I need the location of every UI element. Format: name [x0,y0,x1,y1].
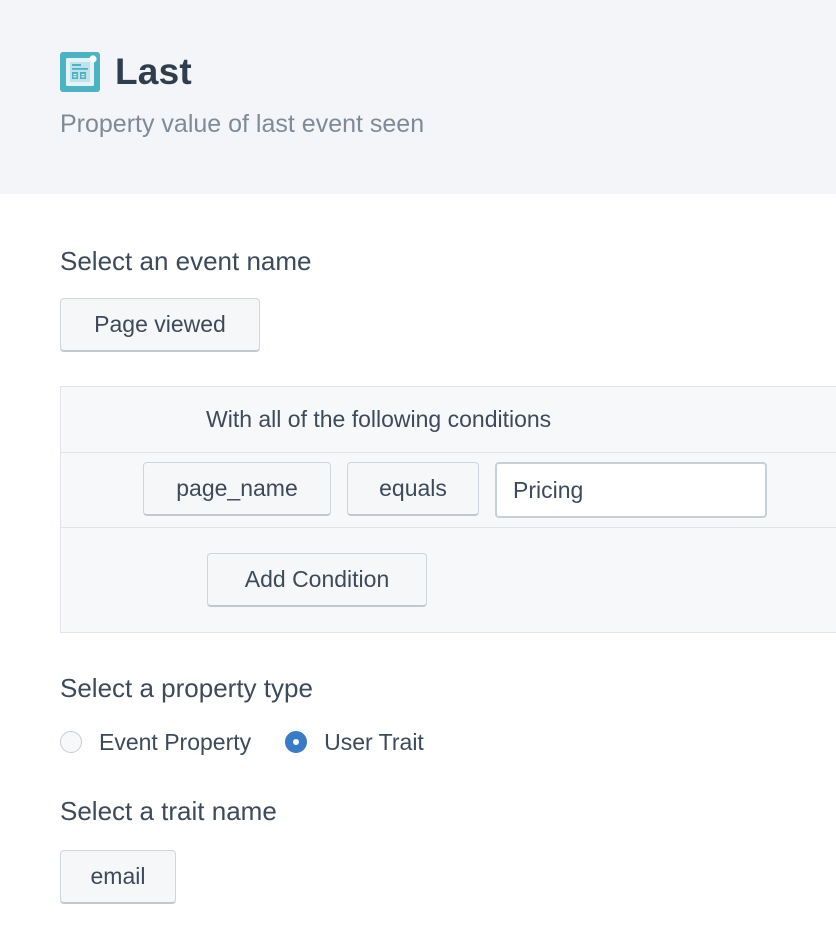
title-row: Last [60,51,192,92]
page-title: Last [115,51,192,92]
add-condition-button[interactable]: Add Condition [207,553,427,607]
condition-value-input[interactable] [495,462,767,518]
trait-name-label: Select a trait name [60,796,277,826]
user-trait-label[interactable]: User Trait [324,729,424,756]
event-name-select-button[interactable]: Page viewed [60,298,260,352]
document-list-icon [60,52,100,92]
condition-row: page_name equals [61,453,836,528]
conditions-heading: With all of the following conditions [206,406,552,432]
event-property-label[interactable]: Event Property [99,729,251,756]
condition-property-button[interactable]: page_name [143,462,331,516]
event-name-label: Select an event name [60,246,312,276]
radio-option-user-trait[interactable]: User Trait [285,729,424,756]
condition-operator-button[interactable]: equals [347,462,479,516]
user-trait-radio[interactable] [285,731,308,753]
page-subtitle: Property value of last event seen [60,110,425,138]
trait-name-select-button[interactable]: email [60,850,176,904]
property-type-label: Select a property type [60,673,313,703]
property-type-radio-group: Event Property User Trait [60,728,424,756]
radio-option-event-property[interactable]: Event Property [60,729,251,756]
page-header: Last Property value of last event seen [0,0,836,194]
conditions-panel: With all of the following conditions pag… [60,386,836,633]
conditions-header: With all of the following conditions [61,387,836,453]
event-property-radio[interactable] [60,731,82,753]
